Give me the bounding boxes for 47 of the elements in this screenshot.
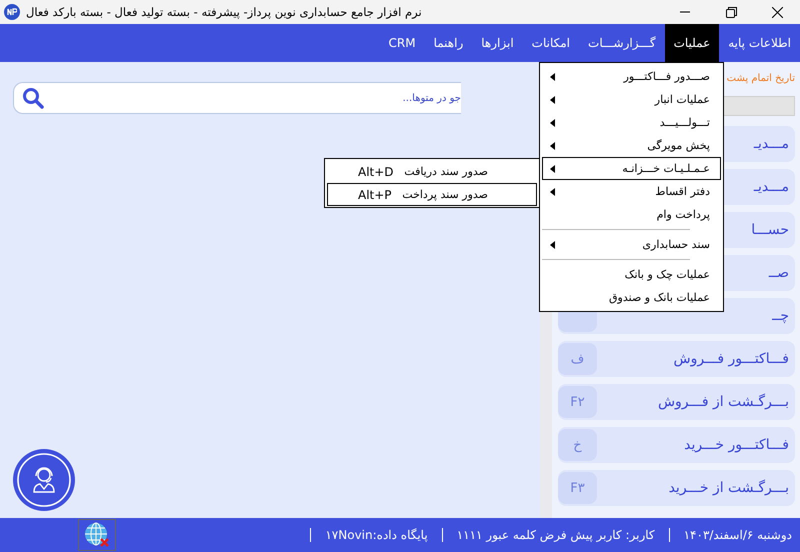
dropdown-item[interactable]: پرداخت وام [542, 203, 721, 226]
shortcut-card[interactable]: ف فـــاکتـــور فـــروش [558, 341, 795, 377]
shortcut-label: مـــدیـ [754, 136, 789, 152]
shortcut-label: حســـا [751, 222, 789, 238]
search-placeholder: جو در متوها... [402, 92, 461, 104]
shortcut-card[interactable]: خ فـــاکتـــور خـــرید [558, 427, 795, 463]
close-icon [772, 6, 782, 18]
search-icon [22, 87, 44, 109]
search-field[interactable]: جو در متوها... [13, 82, 461, 114]
shortcut-key: ف [558, 343, 597, 375]
status-text: کاربر: کاربر پیش فرض کلمه عبور ۱۱۱۱ [456, 528, 655, 542]
support-agent-icon [16, 452, 72, 508]
shortcut-card[interactable]: F۳ بـــرگـشت از خـــرید [558, 470, 795, 506]
dropdown-item[interactable]: عملیات انبار [542, 88, 721, 111]
status-text: پایگاه داده:۱۷Novin [325, 528, 428, 542]
shortcut-label: مـــدیـ [754, 179, 789, 195]
menu-item[interactable]: ابزارها [472, 24, 523, 62]
shortcut-label: چــ [772, 308, 789, 324]
dropdown-item[interactable]: دفتر اقساط [542, 180, 721, 203]
app-logo-icon [4, 4, 20, 20]
status-text: دوشنبه ۶/اسفند/۱۴۰۳ [684, 528, 792, 542]
dropdown-item[interactable]: تـــولـــیـــد [542, 111, 721, 134]
shortcut-label: فـــاکتـــور فـــروش [674, 351, 789, 367]
window-title: نرم افزار جامع حسابداری نوین پرداز- پیشرفته - بسته تولید فعال - بسته بارکد فعال [26, 5, 422, 19]
menu-item[interactable]: عملیات [664, 24, 720, 62]
globe-error-icon [84, 522, 110, 548]
dropdown-item[interactable]: سند حسابداری [542, 233, 721, 256]
shortcut-key: F۳ [558, 472, 597, 504]
shortcut-key: خ [558, 429, 597, 461]
menu-item[interactable]: اطلاعات پایه [719, 24, 800, 62]
shortcut-card[interactable]: F۲ بـــرگـشت از فـــروش [558, 384, 795, 420]
menu-item[interactable]: امکانات [522, 24, 580, 62]
dropdown-item[interactable]: عـمـلـیـات خـــزانـه [542, 157, 721, 180]
menu-item[interactable]: گـــزارشـــات [579, 24, 665, 62]
shortcut-label: بـــرگـشت از خـــرید [668, 480, 789, 496]
menu-item[interactable]: راهنما [424, 24, 472, 62]
network-status-button[interactable] [78, 519, 116, 551]
expiry-notice: تاریخ اتمام پشت [726, 72, 795, 86]
dropdown-item[interactable]: پخش مویرگی [542, 134, 721, 157]
shortcut-label: فـــاکتـــور خـــرید [684, 437, 789, 453]
dropdown-item[interactable]: صـــدور فـــاکتـــور [542, 65, 721, 88]
shortcut-label: بـــرگـشت از فـــروش [658, 394, 789, 410]
restore-icon [726, 6, 736, 18]
menu-item[interactable]: CRM [380, 24, 425, 62]
dropdown-item[interactable]: عملیات چک و بانک [542, 263, 721, 286]
shortcut-key: F۲ [558, 386, 597, 418]
shortcut-label: صــ [768, 265, 789, 281]
